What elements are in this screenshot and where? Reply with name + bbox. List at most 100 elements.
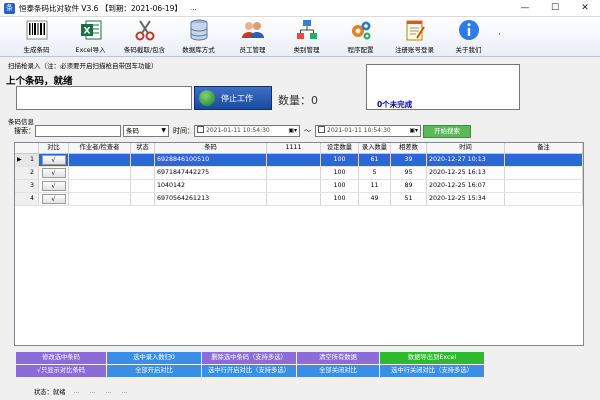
set-qty-cell[interactable]: 100 — [321, 154, 359, 166]
column-header[interactable]: 相差数 — [391, 143, 427, 153]
staff-management-button[interactable]: 员工管理 — [228, 18, 277, 56]
date-from-checkbox[interactable] — [197, 126, 204, 133]
status-cell[interactable] — [131, 193, 155, 205]
compare-cell[interactable]: √ — [39, 167, 69, 179]
time-cell[interactable]: 2020-12-25 16:13 — [427, 167, 505, 179]
compare-cell[interactable]: √ — [39, 154, 69, 166]
stop-work-button[interactable]: 停止工作 — [194, 86, 272, 110]
table-row[interactable]: ▶ 1 √ 6928846100510 100 61 39 2020-12-27 … — [15, 154, 583, 167]
enable-all-compare-button[interactable]: 全部开启对比 — [107, 365, 201, 377]
entered-qty-cell[interactable]: 61 — [359, 154, 391, 166]
c1111-cell[interactable] — [267, 180, 321, 192]
export-excel-button[interactable]: 数据导出到Excel — [380, 352, 484, 364]
compare-check-button[interactable]: √ — [41, 194, 66, 204]
row-header[interactable]: ▶ 1 — [15, 154, 39, 166]
time-cell[interactable]: 2020-12-25 16:07 — [427, 180, 505, 192]
category-management-button[interactable]: 类别管理 — [282, 18, 331, 56]
diff-cell[interactable]: 95 — [391, 167, 427, 179]
minimize-button[interactable]: — — [510, 0, 540, 17]
edit-selected-barcode-button[interactable]: 修改选中条码 — [16, 352, 106, 364]
column-header[interactable]: 录入数量 — [359, 143, 391, 153]
column-header[interactable]: 状态 — [131, 143, 155, 153]
toolbar-label: 条码截取/包含 — [123, 46, 166, 54]
compare-cell[interactable]: √ — [39, 193, 69, 205]
delete-selected-barcode-button[interactable]: 删除选中条码（支持多选） — [202, 352, 296, 364]
excel-import-button[interactable]: X Excel导入 — [66, 18, 115, 56]
date-to-picker[interactable]: 2021-01-11 10:54:30 ▣▾ — [315, 125, 421, 137]
column-header[interactable]: 设定数量 — [321, 143, 359, 153]
table-row[interactable]: 3 √ 1040142 100 11 89 2020-12-25 16:07 — [15, 180, 583, 193]
search-field-select[interactable]: 条码 ▼ — [123, 125, 169, 137]
row-header[interactable]: 2 — [15, 167, 39, 179]
compare-check-button[interactable]: √ — [41, 168, 66, 178]
column-header[interactable]: 备注 — [505, 143, 583, 153]
column-header[interactable]: 1111 — [267, 143, 321, 153]
set-qty-cell[interactable]: 100 — [321, 167, 359, 179]
row-number: 4 — [29, 195, 34, 202]
c1111-cell[interactable] — [267, 167, 321, 179]
time-cell[interactable]: 2020-12-27 10:13 — [427, 154, 505, 166]
entered-qty-cell[interactable]: 49 — [359, 193, 391, 205]
time-cell[interactable]: 2020-12-25 15:34 — [427, 193, 505, 205]
diff-cell[interactable]: 51 — [391, 193, 427, 205]
row-header[interactable]: 3 — [15, 180, 39, 192]
operator-cell[interactable] — [69, 180, 131, 192]
remark-cell[interactable] — [505, 167, 583, 179]
diff-cell[interactable]: 89 — [391, 180, 427, 192]
operator-cell[interactable] — [69, 154, 131, 166]
row-number: 2 — [29, 169, 34, 176]
barcode-cell[interactable]: 6928846100510 — [155, 154, 267, 166]
date-from-picker[interactable]: 2021-01-11 10:54:30 ▣▾ — [194, 125, 300, 137]
disable-all-compare-button[interactable]: 全部关闭对比 — [297, 365, 379, 377]
about-us-button[interactable]: 关于我们 — [444, 18, 493, 56]
barcode-cell[interactable]: 6970564261213 — [155, 193, 267, 205]
operator-cell[interactable] — [69, 167, 131, 179]
barcode-cell[interactable]: 1040142 — [155, 180, 267, 192]
c1111-cell[interactable] — [267, 193, 321, 205]
date-to-checkbox[interactable] — [318, 126, 325, 133]
operator-cell[interactable] — [69, 193, 131, 205]
remark-cell[interactable] — [505, 180, 583, 192]
search-input[interactable] — [35, 125, 121, 137]
toolbar-overflow[interactable]: · — [498, 30, 501, 40]
scan-input[interactable] — [16, 86, 192, 110]
table-row[interactable]: 2 √ 6971847442275 100 5 95 2020-12-25 16… — [15, 167, 583, 180]
remark-cell[interactable] — [505, 154, 583, 166]
title-menu-button[interactable]: ... — [190, 4, 197, 12]
barcode-grid[interactable]: 对比 作业者/检查者 状态 条码 1111 设定数量 录入数量 相差数 时间 备… — [14, 142, 584, 346]
clear-all-data-button[interactable]: 清空所有数据 — [297, 352, 379, 364]
compare-check-button[interactable]: √ — [41, 181, 66, 191]
barcode-cell[interactable]: 6971847442275 — [155, 167, 267, 179]
close-button[interactable]: ✕ — [570, 0, 600, 17]
quantity-label: 数量： — [278, 94, 311, 107]
table-row[interactable]: 4 √ 6970564261213 100 49 51 2020-12-25 1… — [15, 193, 583, 206]
compare-cell[interactable]: √ — [39, 180, 69, 192]
show-compare-only-button[interactable]: √只显示对比条码 — [16, 365, 106, 377]
set-qty-cell[interactable]: 100 — [321, 193, 359, 205]
set-qty-cell[interactable]: 100 — [321, 180, 359, 192]
compare-check-button[interactable]: √ — [41, 155, 66, 165]
diff-cell[interactable]: 39 — [391, 154, 427, 166]
column-header[interactable]: 时间 — [427, 143, 505, 153]
generate-barcode-button[interactable]: 生成条码 — [12, 18, 61, 56]
reset-entered-qty-button[interactable]: 选中录入数归0 — [107, 352, 201, 364]
entered-qty-cell[interactable]: 11 — [359, 180, 391, 192]
column-header[interactable]: 条码 — [155, 143, 267, 153]
database-mode-button[interactable]: 数据库方式 — [174, 18, 223, 56]
start-search-button[interactable]: 开始搜索 — [423, 124, 471, 138]
entered-qty-cell[interactable]: 5 — [359, 167, 391, 179]
status-cell[interactable] — [131, 154, 155, 166]
disable-selected-compare-button[interactable]: 选中行关闭对比（支持多选） — [380, 365, 484, 377]
remark-cell[interactable] — [505, 193, 583, 205]
c1111-cell[interactable] — [267, 154, 321, 166]
maximize-button[interactable]: ☐ — [540, 0, 570, 17]
status-cell[interactable] — [131, 180, 155, 192]
register-login-button[interactable]: 注册账号登录 — [390, 18, 439, 56]
status-cell[interactable] — [131, 167, 155, 179]
barcode-cut-button[interactable]: 条码截取/包含 — [120, 18, 169, 56]
column-header[interactable]: 对比 — [39, 143, 69, 153]
row-header[interactable]: 4 — [15, 193, 39, 205]
program-config-button[interactable]: 程序配置 — [336, 18, 385, 56]
column-header[interactable]: 作业者/检查者 — [69, 143, 131, 153]
enable-selected-compare-button[interactable]: 选中行开启对比（支持多选） — [202, 365, 296, 377]
